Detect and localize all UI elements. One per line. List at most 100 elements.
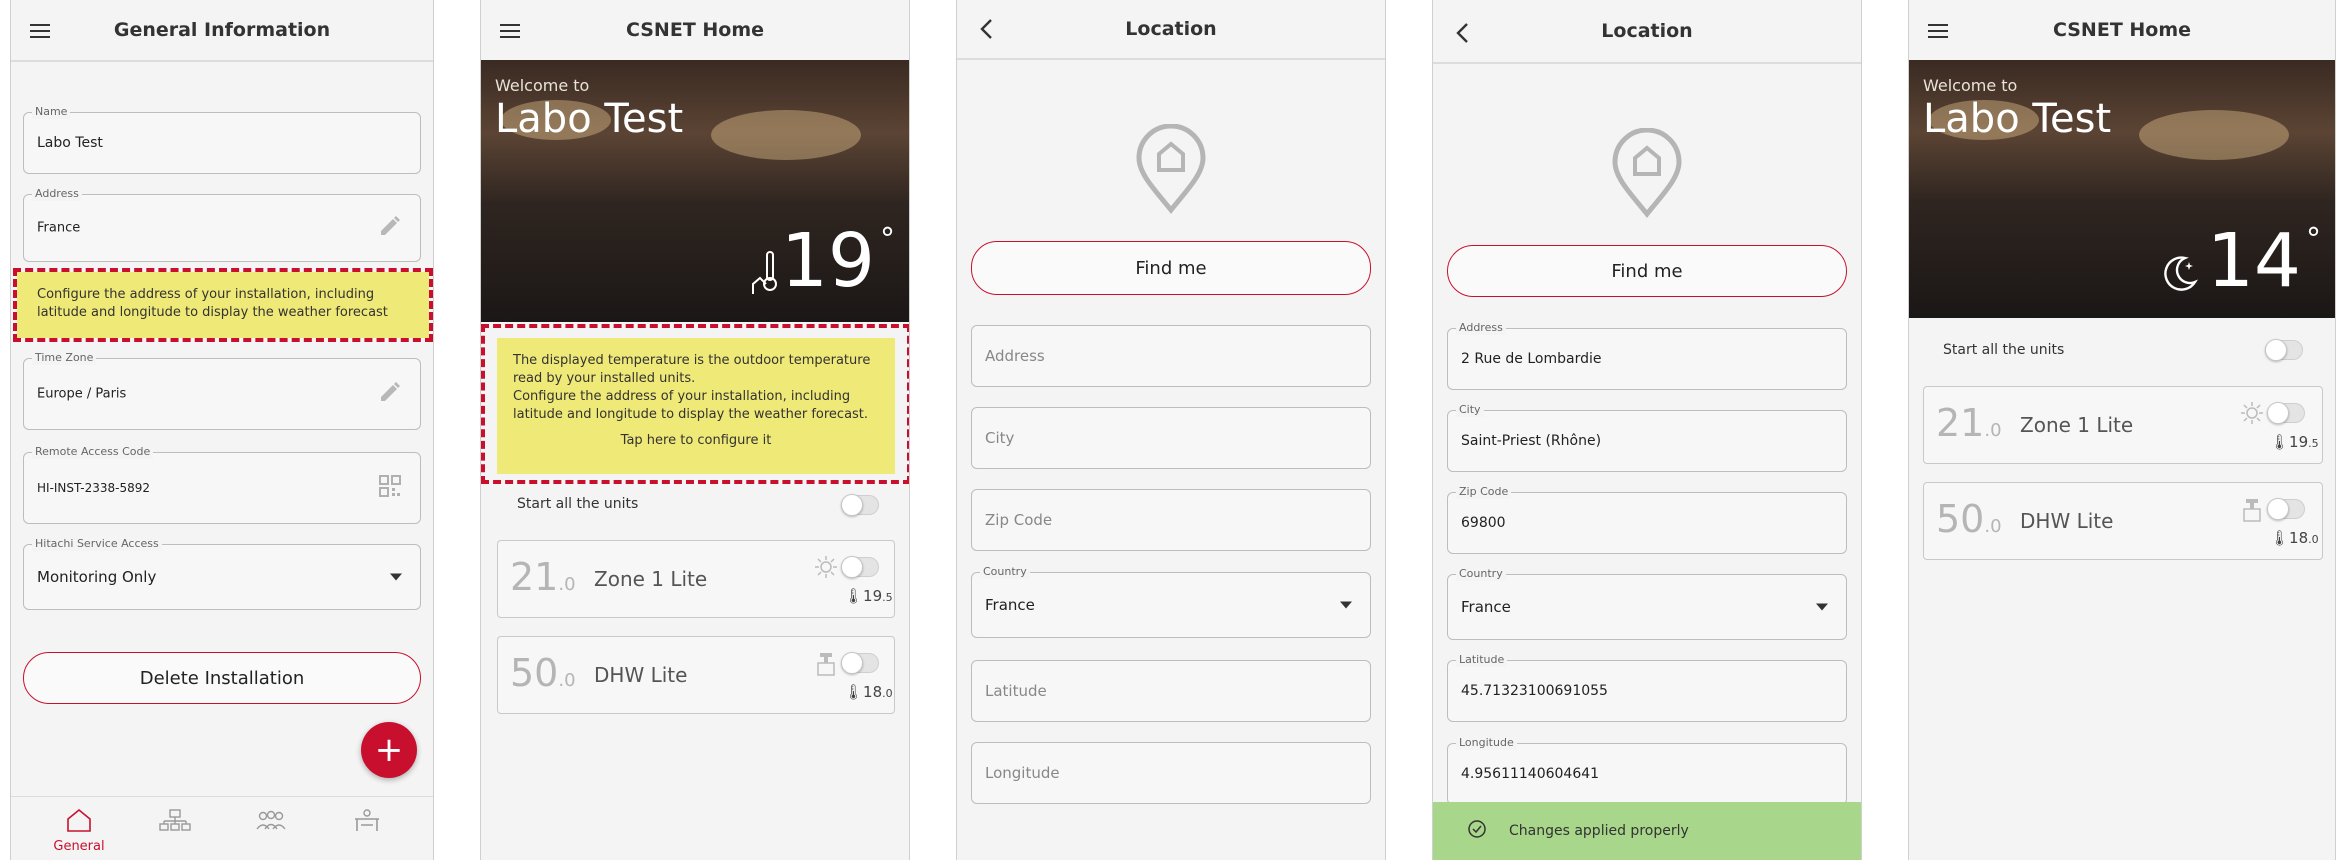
start-all-label: Start all the units — [517, 496, 639, 512]
zip-input[interactable]: Zip Code 69800 — [1447, 485, 1847, 554]
timezone-field[interactable]: Time Zone Europe / Paris — [23, 351, 421, 430]
nav-general[interactable]: General — [49, 807, 109, 854]
longitude-value: 4.95611140604641 — [1461, 766, 1600, 782]
page-title: CSNET Home — [625, 19, 765, 41]
welcome-banner: Welcome to Labo Test 19 ° — [481, 60, 909, 322]
address-placeholder: Address — [985, 347, 1045, 365]
sun-icon — [814, 555, 838, 583]
chevron-down-icon[interactable] — [390, 573, 402, 581]
address-label: Address — [32, 187, 82, 201]
remote-access-field[interactable]: Remote Access Code HI-INST-2338-5892 — [23, 445, 421, 524]
name-field[interactable]: Name Labo Test — [23, 105, 421, 174]
unit-setpoint: 21 — [1936, 401, 1985, 445]
unit-card-zone1[interactable]: 21.0 Zone 1 Lite 🌡19.5 — [497, 540, 895, 618]
unit-name: Zone 1 Lite — [594, 567, 708, 591]
home-screen-14: CSNET Home Welcome to Labo Test 14 ° Sta… — [1908, 0, 2336, 860]
longitude-input[interactable]: Longitude 4.95611140604641 — [1447, 736, 1847, 805]
latitude-input[interactable]: Latitude 45.71323100691055 — [1447, 653, 1847, 722]
menu-icon[interactable] — [497, 18, 523, 44]
find-me-label: Find me — [1135, 257, 1207, 279]
chevron-down-icon[interactable] — [1816, 603, 1828, 611]
location-screen-filled: Location Find me Address 2 Rue de Lombar… — [1432, 0, 1862, 860]
zip-input[interactable]: Zip Code — [971, 489, 1371, 551]
outdoor-temperature: 19 — [780, 218, 875, 304]
start-all-toggle[interactable] — [2265, 339, 2303, 361]
remote-access-value: HI-INST-2338-5892 — [37, 481, 150, 495]
city-placeholder: City — [985, 429, 1015, 447]
back-arrow-icon[interactable] — [973, 16, 999, 42]
zip-label: Zip Code — [1456, 485, 1512, 499]
installation-name: Labo Test — [1923, 96, 2112, 142]
qr-code-icon[interactable] — [378, 474, 402, 502]
moon-stars-icon — [2161, 252, 2201, 296]
service-access-label: Hitachi Service Access — [32, 537, 162, 551]
start-all-toggle[interactable] — [841, 494, 879, 516]
zip-value: 69800 — [1461, 515, 1506, 531]
outdoor-temperature: 14 — [2206, 218, 2301, 304]
nav-general-label: General — [53, 839, 105, 854]
longitude-input[interactable]: Longitude — [971, 742, 1371, 804]
unit-card-zone1[interactable]: 21.0 Zone 1 Lite 🌡19.5 — [1923, 386, 2323, 464]
name-value: Labo Test — [37, 135, 103, 151]
address-field[interactable]: Address France — [23, 187, 421, 262]
country-select[interactable]: Country France — [1447, 567, 1847, 640]
address-value: 2 Rue de Lombardie — [1461, 351, 1602, 367]
pencil-icon[interactable] — [378, 214, 402, 242]
country-label: Country — [1456, 567, 1506, 581]
plus-icon: + — [374, 730, 404, 770]
degree-symbol: ° — [880, 222, 895, 257]
city-input[interactable]: City — [971, 407, 1371, 469]
page-title: Location — [1125, 18, 1217, 40]
delete-installation-button[interactable]: Delete Installation — [23, 652, 421, 704]
users-icon — [256, 810, 286, 830]
welcome-text: Welcome to — [495, 76, 590, 95]
name-label: Name — [32, 105, 71, 119]
sun-icon — [2240, 401, 2264, 429]
service-access-select[interactable]: Hitachi Service Access Monitoring Only — [23, 537, 421, 610]
unit-temperature: 🌡19.5 — [844, 587, 893, 605]
address-value: France — [37, 220, 81, 236]
unit-temperature: 🌡18.0 — [2270, 529, 2319, 547]
installation-name: Labo Test — [495, 96, 684, 142]
check-circle-icon — [1467, 819, 1487, 843]
country-value: France — [1461, 598, 1511, 616]
nav-units[interactable] — [145, 807, 205, 837]
add-button[interactable]: + — [361, 722, 417, 778]
back-arrow-icon[interactable] — [1449, 20, 1475, 46]
page-title: Location — [1601, 20, 1693, 42]
latitude-input[interactable]: Latitude — [971, 660, 1371, 722]
top-bar: CSNET Home — [481, 0, 909, 60]
unit-temperature: 🌡19.5 — [2270, 433, 2319, 451]
city-input[interactable]: City Saint-Priest (Rhône) — [1447, 403, 1847, 472]
find-me-button[interactable]: Find me — [971, 241, 1371, 295]
find-me-button[interactable]: Find me — [1447, 245, 1847, 297]
pencil-icon[interactable] — [378, 380, 402, 408]
timezone-value: Europe / Paris — [37, 386, 127, 402]
menu-icon[interactable] — [1925, 18, 1951, 44]
unit-toggle[interactable] — [841, 652, 879, 674]
menu-icon[interactable] — [27, 18, 53, 44]
country-select[interactable]: Country France — [971, 565, 1371, 638]
longitude-label: Longitude — [1456, 736, 1517, 750]
tap-icon — [2242, 497, 2262, 527]
longitude-placeholder: Longitude — [985, 764, 1060, 782]
thermometer-home-icon — [751, 250, 781, 300]
zip-placeholder: Zip Code — [985, 511, 1053, 529]
chevron-down-icon[interactable] — [1340, 601, 1352, 609]
highlight-frame — [13, 268, 433, 342]
address-input[interactable]: Address 2 Rue de Lombardie — [1447, 321, 1847, 390]
unit-toggle[interactable] — [2267, 402, 2305, 424]
nav-users[interactable] — [241, 807, 301, 837]
top-bar: General Information — [11, 0, 433, 62]
unit-setpoint: 50 — [1936, 497, 1985, 541]
unit-toggle[interactable] — [841, 556, 879, 578]
unit-toggle[interactable] — [2267, 498, 2305, 520]
address-input[interactable]: Address — [971, 325, 1371, 387]
home-screen-19: CSNET Home Welcome to Labo Test 19 ° The… — [480, 0, 910, 860]
unit-name: DHW Lite — [594, 663, 688, 687]
unit-card-dhw[interactable]: 50.0 DHW Lite 🌡18.0 — [1923, 482, 2323, 560]
nav-installer[interactable] — [337, 807, 397, 837]
top-bar: Location — [957, 0, 1385, 60]
unit-card-dhw[interactable]: 50.0 DHW Lite 🌡18.0 — [497, 636, 895, 714]
latitude-value: 45.71323100691055 — [1461, 683, 1608, 699]
